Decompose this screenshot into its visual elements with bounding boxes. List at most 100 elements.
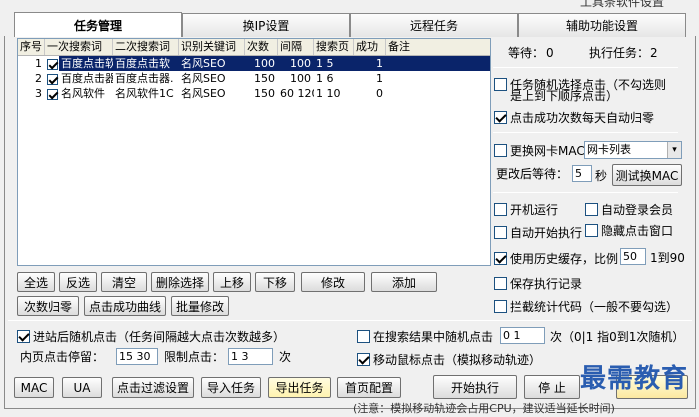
row-kw2: 百度点击软 [113,56,179,71]
after-change-wait-label: 更改后等待： [496,167,569,181]
auto-reset-label: 点击成功次数每天自动归零 [510,111,655,125]
row-note [386,56,490,71]
tab-aux-settings[interactable]: 辅助功能设置 [518,13,686,37]
auto-start-checkbox[interactable]: 自动开始执行 [494,224,582,241]
col-header-no[interactable]: 序号 [18,39,45,55]
tab-ip-settings[interactable]: 换IP设置 [182,13,350,37]
row-kw3: 名风SEO [179,56,245,71]
row-note [386,71,490,86]
limit-input[interactable]: 1 3 [228,348,273,365]
search-random-hint: 次（0|1 指0到1次随机） [550,330,685,344]
random-select-label-2: 是上到下顺序点击） [510,89,619,103]
change-mac-label: 更换网卡MAC [510,144,585,158]
clear-button[interactable]: 清空 [101,272,147,292]
watermark-logo: 最需教育 [580,364,689,394]
mac-button[interactable]: MAC [14,377,54,398]
boot-run-checkbox[interactable]: 开机运行 [494,201,558,218]
search-random-label: 在搜索结果中随机点击 [373,330,494,344]
tab-bar: 任务管理 换IP设置 远程任务 辅助功能设置 [0,12,699,37]
row-no: 2 [35,72,42,85]
row-kw1: 百度点击器 [61,72,113,85]
success-curve-button[interactable]: 点击成功曲线 [84,296,166,316]
row-kw2: 名风软件1C [115,87,174,100]
row-times: 150 [254,87,275,100]
table-row[interactable]: 1 百度点击软 百度点击软 名风SEO 100 100 1 5 1 [18,56,490,71]
modify-button[interactable]: 修改 [301,272,365,292]
waiting-label: 等待： [508,46,545,60]
table-row[interactable]: 2 百度点击器 百度点击器. 名风SEO 150 100 1 6 1 [18,71,490,86]
col-header-interval[interactable]: 间隔 [278,39,314,55]
batch-modify-button[interactable]: 批量修改 [171,296,229,316]
stop-button[interactable]: 停 止 [524,375,580,399]
row-no: 1 [35,57,42,70]
move-down-button[interactable]: 下移 [255,272,295,292]
col-header-kw1[interactable]: 一次搜索词 [45,39,113,55]
select-all-button[interactable]: 全选 [17,272,55,292]
row-success: 1 [376,72,383,85]
row-interval: 100 [290,72,311,85]
change-mac-checkbox[interactable]: 更换网卡MAC [494,142,585,159]
delete-selected-button[interactable]: 删除选择 [151,272,209,292]
row-success: 0 [376,87,383,100]
col-header-success[interactable]: 成功 [354,39,386,55]
move-up-button[interactable]: 上移 [213,272,251,292]
row-checkbox[interactable] [45,71,59,86]
hide-window-label: 隐藏点击窗口 [601,224,674,238]
ua-button[interactable]: UA [62,377,102,398]
auto-login-checkbox[interactable]: 自动登录会员 [585,201,673,218]
col-header-times[interactable]: 次数 [245,39,278,55]
move-mouse-label: 移动鼠标点击（模拟移动轨迹） [373,353,542,367]
table-row[interactable]: 3 名风软件 名风软件1C 名风SEO 150 60 120 1 10 0 [18,86,490,101]
history-ratio-input[interactable]: 50 [620,248,646,265]
random-click-label: 进站后随机点击（任务间隔越大点击次数越多） [33,330,286,344]
invert-select-button[interactable]: 反选 [59,272,97,292]
boot-run-label: 开机运行 [510,203,559,217]
save-log-checkbox[interactable]: 保存执行记录 [494,275,582,292]
inner-stay-input[interactable]: 15 30 [116,348,158,365]
row-kw1: 名风软件 [61,87,105,100]
export-task-button[interactable]: 导出任务 [268,377,331,398]
click-filter-button[interactable]: 点击过滤设置 [112,377,194,398]
wait-seconds-input[interactable]: 5 [572,165,592,182]
row-checkbox[interactable] [45,56,59,71]
auto-reset-checkbox[interactable]: 点击成功次数每天自动归零 [494,109,654,126]
tab-remote-task[interactable]: 远程任务 [350,13,518,37]
homepage-config-button[interactable]: 首页配置 [337,377,401,398]
col-header-kw2[interactable]: 二次搜索词 [113,39,179,55]
test-mac-button[interactable]: 测试换MAC [612,164,682,186]
task-grid[interactable]: 序号 一次搜索词 二次搜索词 识别关键词 次数 间隔 搜索页 成功 备注 1 百… [17,38,491,266]
block-stats-checkbox[interactable]: 拦截统计代码（一般不要勾选） [494,298,678,315]
hide-window-checkbox[interactable]: 隐藏点击窗口 [585,222,673,239]
running-label: 执行任务： [589,46,650,60]
mac-select[interactable]: 网卡列表 ▾ [584,141,682,159]
row-times: 100 [245,56,278,71]
auto-login-label: 自动登录会员 [601,203,674,217]
divider [493,132,678,133]
use-history-label: 使用历史缓存，比例 [510,252,619,266]
row-page: 1 6 [316,72,334,85]
history-range: 1到90 [650,251,685,265]
row-no: 3 [35,87,42,100]
divider [8,320,692,321]
import-task-button[interactable]: 导入任务 [201,377,261,398]
grid-header: 序号 一次搜索词 二次搜索词 识别关键词 次数 间隔 搜索页 成功 备注 [18,39,490,56]
row-success: 1 [354,56,386,71]
col-header-page[interactable]: 搜索页 [314,39,354,55]
start-button[interactable]: 开始执行 [433,375,517,399]
search-random-input[interactable]: 0 1 [500,327,545,344]
search-random-checkbox[interactable]: 在搜索结果中随机点击 [357,328,493,345]
add-button[interactable]: 添加 [371,272,437,292]
col-header-note[interactable]: 备注 [386,39,490,55]
limit-unit: 次 [279,350,292,364]
tab-task-management[interactable]: 任务管理 [14,12,182,37]
random-click-checkbox[interactable]: 进站后随机点击（任务间隔越大点击次数越多） [17,328,285,345]
chevron-down-icon[interactable]: ▾ [667,142,681,158]
move-mouse-checkbox[interactable]: 移动鼠标点击（模拟移动轨迹） [357,351,541,368]
row-times: 150 [254,72,275,85]
col-header-kw3[interactable]: 识别关键词 [179,39,245,55]
use-history-checkbox[interactable]: 使用历史缓存，比例 [494,250,618,267]
mac-select-value: 网卡列表 [587,143,631,156]
reset-count-button[interactable]: 次数归零 [17,296,79,316]
row-checkbox[interactable] [45,86,59,101]
divider [493,67,678,68]
